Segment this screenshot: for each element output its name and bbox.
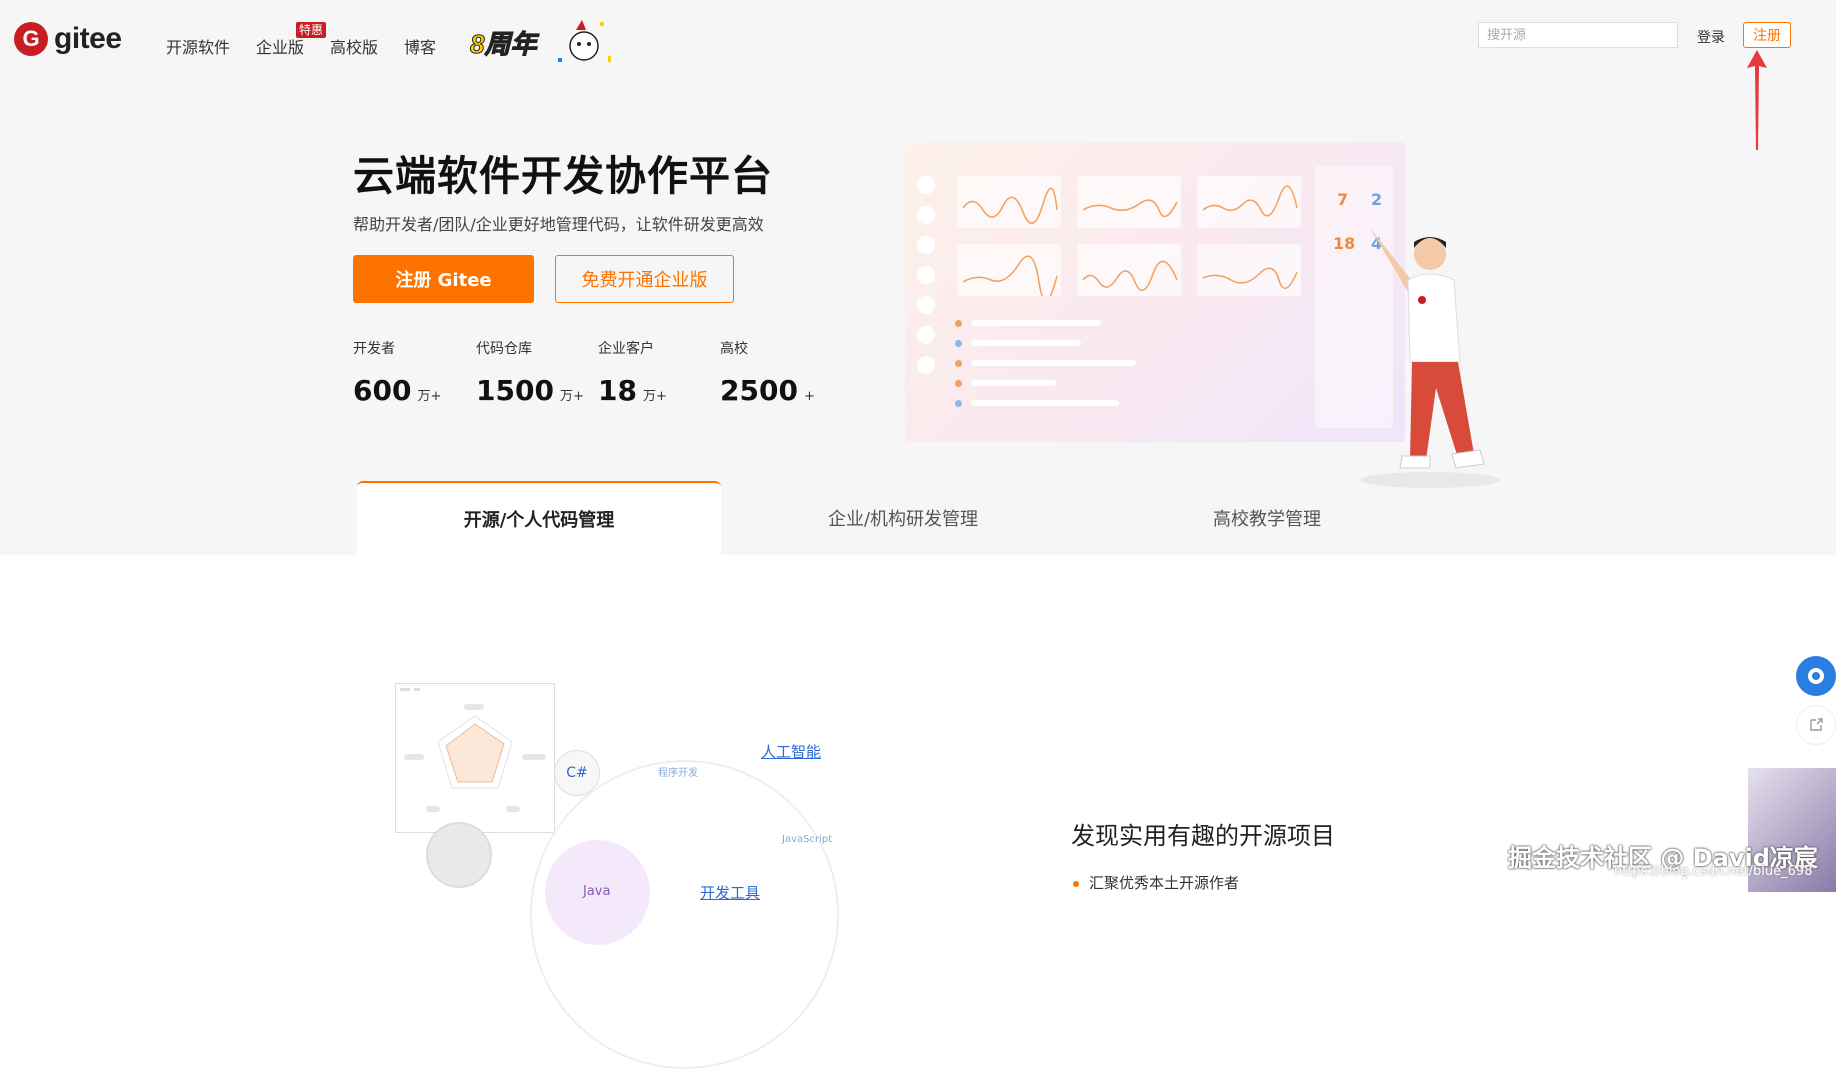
anniversary-banner[interactable]: 8周年 [469,16,620,72]
share-button[interactable] [1796,705,1836,745]
stat-enterprise-customers: 企业客户 18 万+ [598,338,667,407]
list-line [971,360,1136,366]
sidebar-dot [917,326,935,344]
stat-label: 代码仓库 [476,341,532,357]
anniversary-text: 8周年 [469,29,537,60]
nav-blog[interactable]: 博客 [404,34,436,58]
list-bullet [955,320,962,327]
feature-item: 汇聚优秀本土开源作者 [1073,872,1239,893]
tag-javascript: JavaScript [782,834,833,845]
stat-developers: 开发者 600 万+ [353,338,441,407]
stat-value: 2500 + [720,374,815,407]
chart-card [957,176,1061,228]
list-line [971,320,1101,326]
tag-ai-link[interactable]: 人工智能 [761,741,821,762]
mascot-icon [558,20,611,62]
tag-dev-tools-link[interactable]: 开发工具 [700,882,760,903]
stat-label: 高校 [720,341,748,357]
header-register-button[interactable]: 注册 [1743,22,1791,48]
list-bullet [955,380,962,387]
stat-unit: 万+ [642,389,667,404]
stat-label: 企业客户 [598,341,654,357]
gitee-logo-text: gitee [54,22,122,55]
nav-education[interactable]: 高校版 [330,34,378,58]
nav-enterprise[interactable]: 企业版 特惠 [256,22,327,58]
list-line [971,400,1119,406]
stat-value: 1500 万+ [476,374,584,407]
hero-title: 云端软件开发协作平台 [353,152,773,200]
register-gitee-button[interactable]: 注册 Gitee [353,255,534,303]
stat-number: 600 [353,374,412,407]
stat-label: 开发者 [353,341,395,357]
sidebar-dot [917,266,935,284]
feature-title: 发现实用有趣的开源项目 [1071,822,1335,850]
tab-education[interactable]: 高校教学管理 [1085,481,1449,555]
stat-number: 1500 [476,374,554,407]
stat-unit: 万+ [559,389,584,404]
list-line [971,380,1056,386]
list-bullet [955,360,962,367]
chat-bubble-icon [1808,668,1824,684]
sidebar-dot [917,356,935,374]
nav-open-source[interactable]: 开源软件 [166,34,230,58]
gitee-logo-icon: G [14,22,48,56]
chart-card [1077,176,1181,228]
stat-number: 2500 [720,374,798,407]
chart-card [1197,176,1301,228]
stat-unit: + [803,389,815,404]
hero-subtitle: 帮助开发者/团队/企业更好地管理代码，让软件研发更高效 [353,215,764,234]
gitee-logo[interactable]: G gitee [14,22,122,56]
tech-bubble-csharp[interactable]: C# [554,750,600,796]
search-input[interactable] [1478,22,1678,48]
sidebar-dot [917,206,935,224]
sidebar-dot [917,296,935,314]
nav-enterprise-label: 企业版 [256,38,305,57]
stat-universities: 高校 2500 + [720,338,815,407]
chart-card [1197,244,1301,296]
stat-repositories: 代码仓库 1500 万+ [476,338,584,407]
external-link-icon [1810,718,1823,731]
main-nav: 开源软件 企业版 特惠 高校版 博客 [166,22,462,58]
stat-value: 600 万+ [353,374,441,407]
dashboard-number: 2 [1371,190,1383,209]
list-bullet [955,400,962,407]
chart-card [1077,244,1181,296]
astronaut-avatar [426,822,492,888]
watermark-url: https://blog.csdn.net/blue_698 [1614,864,1813,879]
developer-illustration [1360,228,1500,488]
tech-circle-inner: Java [545,840,650,945]
stat-number: 18 [598,374,637,407]
stat-value: 18 万+ [598,374,667,407]
list-bullet [955,340,962,347]
radar-chart-illustration [395,683,555,833]
annotation-arrow-icon [1747,50,1767,150]
list-line [971,340,1081,346]
promo-badge: 特惠 [296,22,327,38]
enterprise-trial-button[interactable]: 免费开通企业版 [555,255,734,303]
sidebar-dot [917,176,935,194]
sidebar-dot [917,236,935,254]
feedback-button[interactable] [1796,656,1836,696]
chart-card [957,244,1061,302]
dashboard-number: 7 [1337,190,1349,209]
product-tabs: 开源/个人代码管理 企业/机构研发管理 高校教学管理 [357,481,1449,555]
tab-open-source[interactable]: 开源/个人代码管理 [357,481,721,555]
tab-enterprise[interactable]: 企业/机构研发管理 [721,481,1085,555]
login-link[interactable]: 登录 [1697,27,1725,47]
stat-unit: 万+ [417,389,442,404]
tag-program-dev: 程序开发 [658,768,698,779]
